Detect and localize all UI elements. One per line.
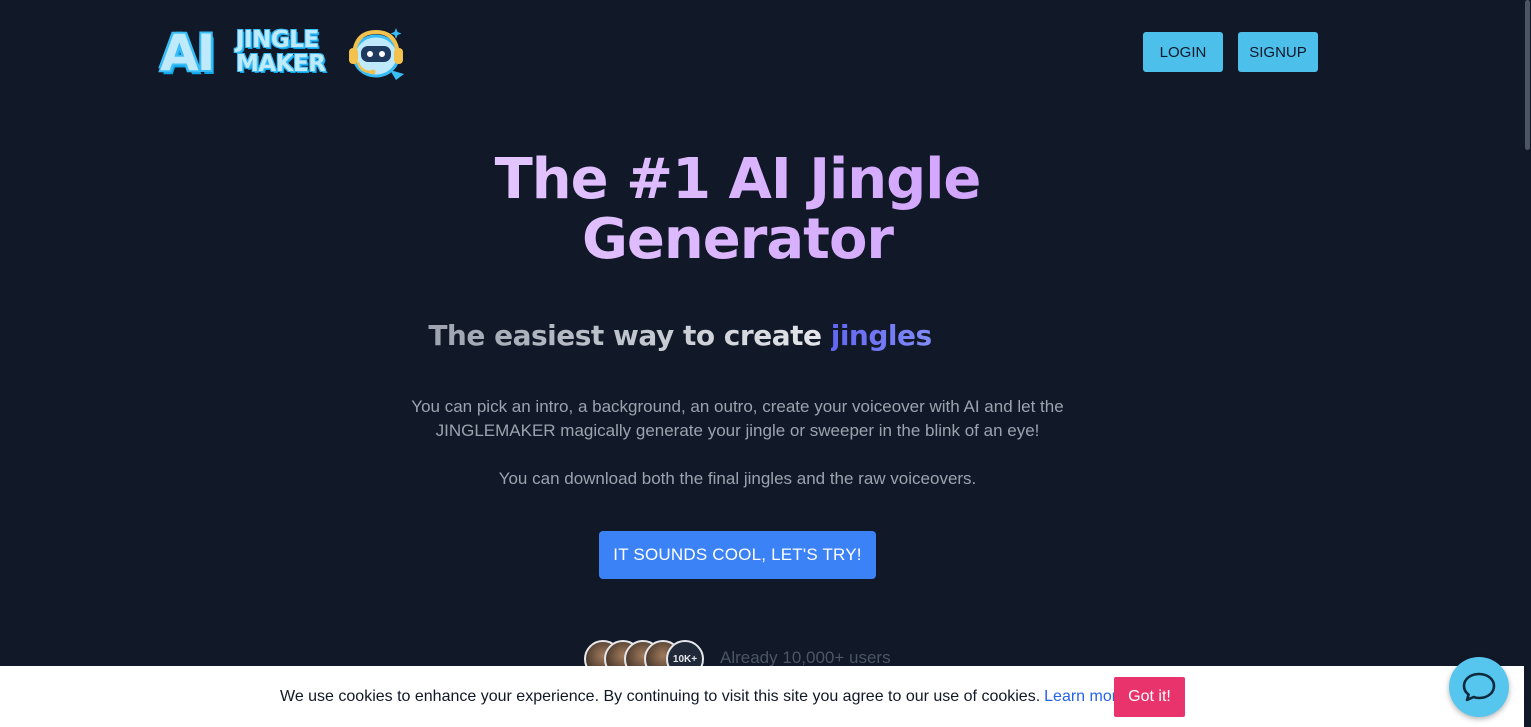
login-button[interactable]: LOGIN [1143, 32, 1223, 72]
try-it-button[interactable]: IT SOUNDS COOL, LET'S TRY! [599, 531, 876, 579]
logo-word-maker: MAKER [236, 51, 326, 77]
cookie-banner: We use cookies to enhance your experienc… [0, 666, 1531, 727]
description-line-2: JINGLEMAKER magically generate your jing… [435, 421, 1040, 440]
scrollbar-thumb[interactable] [1525, 0, 1530, 150]
cookie-accept-button[interactable]: Got it! [1114, 677, 1185, 717]
hero-subtitle: The easiest way to create jingles [0, 316, 1360, 356]
users-count-text: Already 10,000+ users [720, 648, 891, 667]
brand-logo[interactable]: AI JINGLE MAKER [158, 24, 410, 82]
subtitle-main-text: The easiest way to create [428, 319, 831, 352]
subtitle-accent-text: jingles [830, 319, 932, 352]
hero-title: The #1 AI Jingle Generator [0, 150, 1475, 270]
page-scrollbar[interactable] [1524, 0, 1531, 727]
logo-ai-text: AI [160, 24, 215, 82]
logo-wordmark: JINGLE MAKER [236, 27, 326, 77]
chat-bubble-icon [1462, 672, 1496, 702]
cookie-message: We use cookies to enhance your experienc… [280, 688, 1041, 705]
logo-word-jingle: JINGLE [236, 27, 319, 53]
description-line-1: You can pick an intro, a background, an … [411, 397, 1064, 416]
page: AI JINGLE MAKER LOGIN SIGNUP The #1 AI J… [0, 0, 1531, 727]
chat-launcher-button[interactable] [1449, 657, 1509, 717]
hero-title-line-1: The #1 AI Jingle [0, 150, 1475, 210]
robot-headphones-icon [349, 28, 404, 80]
hero-description: You can pick an intro, a background, an … [0, 395, 1475, 491]
cookie-message-container: We use cookies to enhance your experienc… [280, 688, 1126, 706]
signup-button[interactable]: SIGNUP [1238, 32, 1318, 72]
hero-title-line-2: Generator [0, 210, 1475, 270]
description-download-note: You can download both the final jingles … [498, 469, 977, 488]
